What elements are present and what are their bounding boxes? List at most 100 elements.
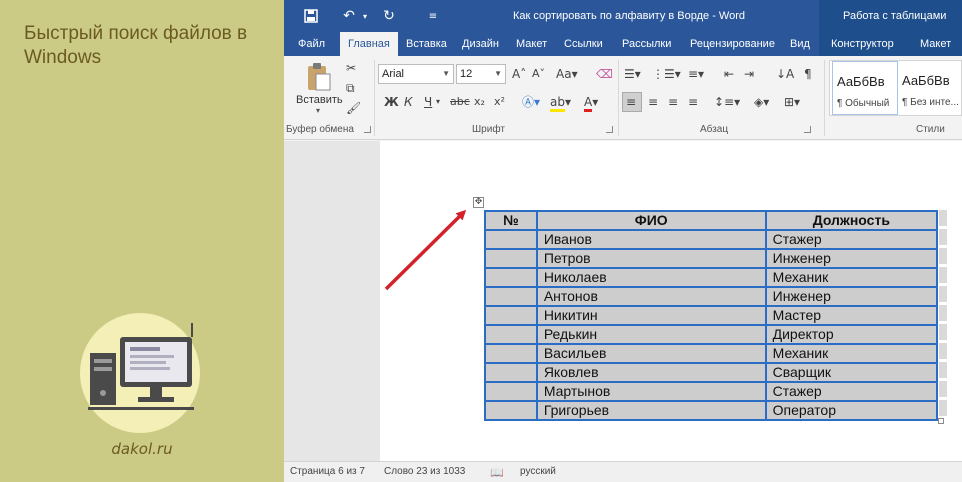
- style-no-spacing[interactable]: АаБбВв ¶ Без инте...: [898, 61, 962, 115]
- line-spacing-icon[interactable]: ↕≡▾: [714, 94, 740, 110]
- clear-formatting-icon[interactable]: ⌫: [596, 66, 613, 82]
- font-name-combo[interactable]: Arial ▼: [378, 64, 454, 84]
- table-cell[interactable]: Антонов: [535, 286, 767, 307]
- tab-review[interactable]: Рецензирование: [684, 32, 781, 56]
- paste-icon: [308, 63, 331, 91]
- proofing-icon[interactable]: 📖: [490, 466, 504, 479]
- table-cell[interactable]: [484, 229, 538, 250]
- cut-icon[interactable]: ✂: [346, 60, 356, 76]
- table-cell[interactable]: Оператор: [764, 400, 939, 421]
- table-cell[interactable]: Сварщик: [764, 362, 939, 383]
- table-cell[interactable]: Николаев: [535, 267, 767, 288]
- tab-home[interactable]: Главная: [340, 32, 398, 56]
- tab-table-design[interactable]: Конструктор: [825, 32, 900, 56]
- table-tools-label: Работа с таблицами: [843, 10, 947, 22]
- table-move-handle-icon[interactable]: ✥: [473, 197, 484, 208]
- grow-font-icon[interactable]: A˄: [512, 66, 526, 82]
- tab-table-layout[interactable]: Макет: [914, 32, 957, 56]
- tab-references[interactable]: Ссылки: [558, 32, 609, 56]
- align-center-icon[interactable]: ≡: [648, 94, 658, 110]
- shrink-font-icon[interactable]: A˅: [532, 66, 545, 82]
- table-cell[interactable]: Механик: [764, 343, 939, 364]
- strikethrough-icon[interactable]: abc: [450, 94, 470, 110]
- redo-icon[interactable]: ↻: [380, 7, 398, 25]
- tab-file[interactable]: Файл: [292, 32, 331, 56]
- table-cell[interactable]: Инженер: [764, 286, 939, 307]
- style-normal[interactable]: АаБбВв ¶ Обычный: [832, 61, 898, 115]
- tab-design[interactable]: Дизайн: [456, 32, 505, 56]
- format-painter-icon[interactable]: 🖌: [346, 100, 361, 116]
- data-table[interactable]: № ФИО Должность Иванов Стажер Петров Инжен…: [484, 210, 939, 421]
- italic-icon[interactable]: К: [404, 94, 413, 110]
- font-launcher-icon[interactable]: [606, 126, 613, 133]
- table-cell[interactable]: Петров: [535, 248, 767, 269]
- customize-qat-icon[interactable]: ≡: [424, 7, 442, 25]
- align-right-icon[interactable]: ≡: [668, 94, 678, 110]
- table-cell[interactable]: [484, 362, 538, 383]
- table-cell[interactable]: [484, 286, 538, 307]
- style-sample: АаБбВв: [902, 73, 950, 88]
- bullets-icon[interactable]: ☰▾: [624, 66, 641, 82]
- font-color-icon[interactable]: A▾: [584, 94, 598, 112]
- table-cell[interactable]: [484, 400, 538, 421]
- underline-icon[interactable]: Ч: [424, 94, 432, 110]
- table-cell[interactable]: [484, 381, 538, 402]
- page-count[interactable]: Страница 6 из 7: [290, 466, 365, 477]
- paragraph-launcher-icon[interactable]: [804, 126, 811, 133]
- table-cell[interactable]: [484, 343, 538, 364]
- subscript-icon[interactable]: x₂: [474, 94, 485, 110]
- computer-illustration: [80, 313, 200, 433]
- text-effects-icon[interactable]: Ⓐ▾: [522, 94, 540, 110]
- header-cell-name[interactable]: ФИО: [535, 210, 767, 231]
- table-cell[interactable]: Григорьев: [535, 400, 767, 421]
- numbering-icon[interactable]: ⋮☰▾: [652, 66, 681, 82]
- table-cell[interactable]: Васильев: [535, 343, 767, 364]
- table-cell[interactable]: Стажер: [764, 381, 939, 402]
- table-cell[interactable]: Механик: [764, 267, 939, 288]
- superscript-icon[interactable]: x²: [494, 94, 505, 110]
- table-cell[interactable]: Яковлев: [535, 362, 767, 383]
- justify-icon[interactable]: ≡: [688, 94, 698, 110]
- table-cell[interactable]: [484, 248, 538, 269]
- tab-layout[interactable]: Макет: [510, 32, 553, 56]
- table-row: Николаев Механик: [484, 267, 939, 288]
- save-icon[interactable]: [302, 7, 320, 25]
- language[interactable]: русский: [520, 466, 556, 477]
- copy-icon[interactable]: ⧉: [346, 80, 355, 96]
- word-count[interactable]: Слово 23 из 1033: [384, 466, 465, 477]
- decrease-indent-icon[interactable]: ⇤: [724, 66, 734, 82]
- font-size-combo[interactable]: 12 ▼: [456, 64, 506, 84]
- table-cell[interactable]: Редькин: [535, 324, 767, 345]
- tab-mailings[interactable]: Рассылки: [616, 32, 677, 56]
- table-cell[interactable]: Инженер: [764, 248, 939, 269]
- borders-icon[interactable]: ⊞▾: [784, 94, 800, 110]
- align-left-button[interactable]: ≡: [622, 92, 642, 112]
- header-cell-number[interactable]: №: [484, 210, 538, 231]
- table-cell[interactable]: Мартынов: [535, 381, 767, 402]
- shading-icon[interactable]: ◈▾: [754, 94, 769, 110]
- bold-icon[interactable]: Ж: [384, 94, 399, 110]
- clipboard-launcher-icon[interactable]: [364, 126, 371, 133]
- change-case-icon[interactable]: Aa▾: [556, 66, 578, 82]
- undo-dropdown-icon[interactable]: ▾: [356, 7, 374, 25]
- multilevel-list-icon[interactable]: ≡▾: [688, 66, 704, 82]
- sort-icon[interactable]: ↓A: [776, 66, 794, 82]
- table-cell[interactable]: Стажер: [764, 229, 939, 250]
- table-cell[interactable]: Никитин: [535, 305, 767, 326]
- tab-view[interactable]: Вид: [784, 32, 816, 56]
- table-cell[interactable]: Директор: [764, 324, 939, 345]
- increase-indent-icon[interactable]: ⇥: [744, 66, 754, 82]
- table-cell[interactable]: Мастер: [764, 305, 939, 326]
- highlight-icon[interactable]: ab▾: [550, 94, 571, 112]
- table-cell[interactable]: [484, 267, 538, 288]
- table-cell[interactable]: [484, 324, 538, 345]
- table-row: Никитин Мастер: [484, 305, 939, 326]
- table-cell[interactable]: Иванов: [535, 229, 767, 250]
- table-resize-handle-icon[interactable]: [938, 418, 944, 424]
- paste-button[interactable]: Вставить ▾: [294, 60, 344, 120]
- header-cell-position[interactable]: Должность: [764, 210, 939, 231]
- underline-dropdown-icon[interactable]: ▾: [436, 94, 440, 110]
- tab-insert[interactable]: Вставка: [400, 32, 453, 56]
- table-cell[interactable]: [484, 305, 538, 326]
- show-marks-icon[interactable]: ¶: [804, 66, 812, 82]
